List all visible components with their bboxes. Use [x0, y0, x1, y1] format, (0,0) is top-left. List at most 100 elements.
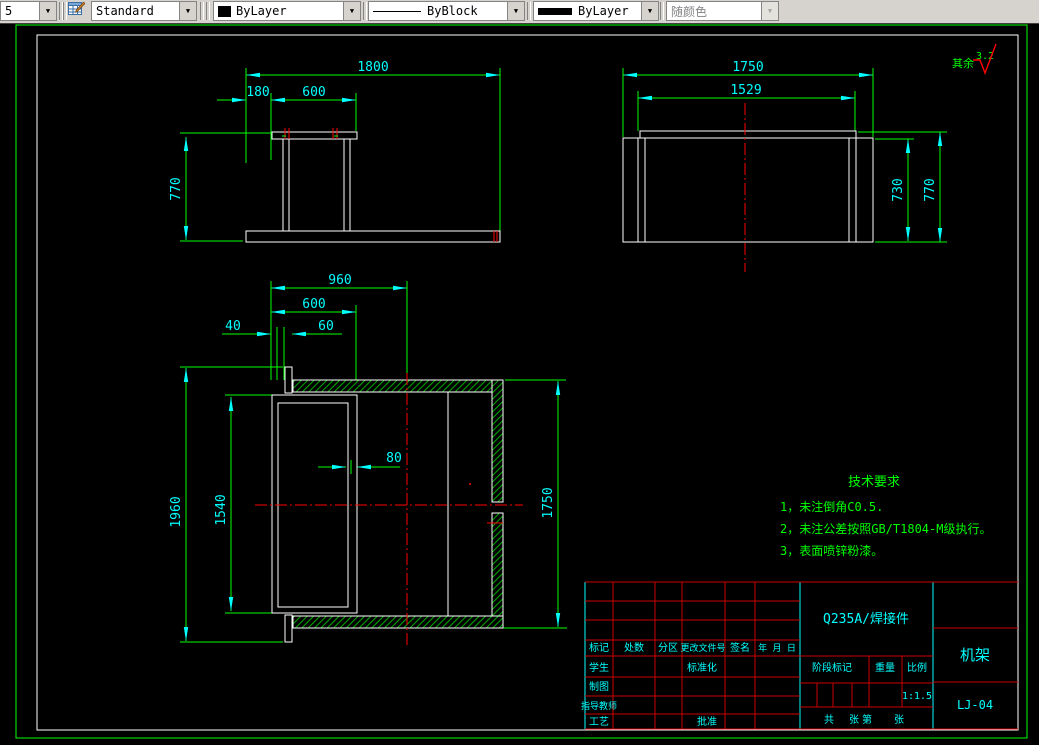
part-name: 机架 — [960, 646, 990, 664]
sheet-label2: 张 — [894, 714, 904, 726]
tech-item-2: 2，未注公差按照GB/T1804-M级执行。 — [780, 521, 991, 536]
text-style-combo[interactable]: Standard ▼ — [91, 1, 197, 21]
plan-right-band-lower — [491, 512, 504, 629]
dim-scale-combo[interactable]: 5 ▼ — [0, 1, 57, 21]
dim-40: 40 — [222, 319, 278, 380]
surface-roughness-note: 其余 3.2 — [952, 43, 997, 75]
dim-text: 730 — [891, 178, 906, 201]
role-standardization: 标准化 — [687, 661, 717, 674]
front-left-column — [282, 138, 290, 232]
rev-header-cell: 分区 — [658, 642, 678, 654]
dim-60: 60 — [283, 319, 342, 380]
lineweight-value: ByLayer — [578, 4, 629, 18]
sheet-label: 张 — [849, 714, 859, 726]
chevron-down-icon: ▼ — [761, 2, 778, 20]
plan-bottom-tab — [284, 614, 293, 643]
dim-text: 770 — [923, 178, 938, 201]
plotstyle-value: 随颜色 — [671, 4, 708, 19]
sheet-total-label: 共 — [824, 714, 834, 726]
dim-text: 1800 — [357, 60, 388, 75]
rev-header-cell: 签名 — [730, 641, 750, 654]
surface-note-label: 其余 — [952, 56, 974, 70]
toolbar-separator — [363, 2, 367, 20]
plan-door-outer — [271, 394, 358, 614]
tech-title: 技术要求 — [848, 475, 900, 490]
tech-requirements: 技术要求 1，未注倒角C0.5. 2，未注公差按照GB/T1804-M级执行。 … — [780, 475, 991, 558]
dim-770-front: 770 — [169, 132, 272, 242]
dim-text: 600 — [302, 85, 325, 100]
side-body — [622, 137, 874, 243]
dim-text: 600 — [302, 297, 325, 312]
dim-600-front: 600 — [271, 85, 357, 131]
dim-text: 1529 — [730, 83, 761, 98]
dim-text: 80 — [386, 451, 402, 466]
dim-text: 40 — [225, 319, 241, 334]
dim-1529: 1529 — [637, 83, 856, 131]
toolbar-separator — [660, 2, 664, 20]
dim-text: 1750 — [732, 60, 763, 75]
dim-scale-value: 5 — [5, 4, 13, 18]
table-pencil-icon — [68, 1, 85, 15]
role-approve: 批准 — [697, 715, 717, 728]
linetype-value: ByBlock — [427, 4, 478, 18]
plan-red-dot — [469, 483, 471, 485]
dim-1750-plan: 1750 — [503, 379, 567, 629]
plan-top-band — [292, 379, 504, 393]
plan-bottom-band — [292, 615, 504, 629]
lineweight-combo[interactable]: ByLayer ▼ — [533, 1, 659, 21]
plan-right-band-upper — [491, 379, 504, 503]
chevron-down-icon[interactable]: ▼ — [507, 2, 524, 20]
color-value: ByLayer — [236, 4, 287, 18]
dim-text: 1750 — [541, 487, 556, 518]
toolbar-separator — [206, 2, 210, 20]
properties-toolbar: 5 ▼ Standard ▼ ByLayer ▼ ByBlock ▼ ByLay… — [0, 0, 1039, 24]
sheet-page-label: 第 — [862, 713, 872, 726]
front-base-plate — [245, 230, 501, 243]
color-combo[interactable]: ByLayer ▼ — [213, 1, 361, 21]
chevron-down-icon[interactable]: ▼ — [179, 2, 196, 20]
weight-header: 重量 — [875, 661, 895, 674]
dim-1800: 1800 — [245, 60, 501, 231]
rev-header-cell: 标记 — [589, 642, 609, 654]
side-view: 1750 1529 730 770 — [622, 60, 947, 272]
linetype-sample — [373, 10, 421, 12]
role-advisor: 指导教师 — [581, 700, 617, 712]
dim-180: 180 — [217, 85, 272, 160]
toolbar-separator — [527, 2, 531, 20]
chevron-down-icon[interactable]: ▼ — [343, 2, 360, 20]
linetype-combo[interactable]: ByBlock ▼ — [368, 1, 525, 21]
tech-item-1: 1，未注倒角C0.5. — [780, 499, 883, 514]
color-swatch — [218, 5, 231, 17]
drawing-canvas[interactable]: 其余 3.2 1800 180 600 770 1750 1529 730 77… — [0, 0, 1039, 745]
plan-top-tab — [284, 366, 293, 394]
dim-730: 730 — [875, 138, 914, 241]
scale-value: 1:1.5 — [902, 691, 932, 702]
lineweight-sample — [538, 7, 572, 15]
dim-text: 180 — [246, 85, 269, 100]
side-top-plate — [639, 130, 857, 139]
rev-header-cell: 年 月 日 — [758, 642, 796, 654]
front-view: 1800 180 600 770 — [169, 60, 501, 243]
weld-marks — [282, 128, 498, 242]
tech-item-3: 3，表面喷锌粉漆。 — [780, 544, 883, 558]
plotstyle-combo: 随颜色 ▼ — [666, 1, 779, 21]
dim-80: 80 — [318, 451, 402, 474]
title-block: 标记 处数 分区 更改文件号 签名 年 月 日 学生 标准化 制图 指导教师 工… — [581, 581, 1018, 730]
cad-application-window: 5 ▼ Standard ▼ ByLayer ▼ ByBlock ▼ ByLay… — [0, 0, 1039, 745]
dim-text: 960 — [328, 273, 351, 288]
dim-960: 960 — [270, 273, 408, 380]
role-student: 学生 — [589, 661, 609, 674]
chevron-down-icon[interactable]: ▼ — [641, 2, 658, 20]
dim-text: 770 — [169, 177, 184, 200]
dim-1540: 1540 — [214, 394, 272, 614]
stage-header: 阶段标记 — [812, 661, 852, 674]
plan-view: 960 600 40 60 80 1960 1540 1750 — [169, 273, 567, 645]
dim-text: 1960 — [169, 496, 184, 527]
toolbar-separator — [63, 2, 67, 20]
dim-text: 1540 — [214, 494, 229, 525]
style-manager-button[interactable] — [68, 1, 90, 21]
front-right-column — [343, 138, 351, 232]
dim-text: 60 — [318, 319, 334, 334]
chevron-down-icon[interactable]: ▼ — [39, 2, 56, 20]
drawing-number: LJ-04 — [957, 698, 993, 712]
